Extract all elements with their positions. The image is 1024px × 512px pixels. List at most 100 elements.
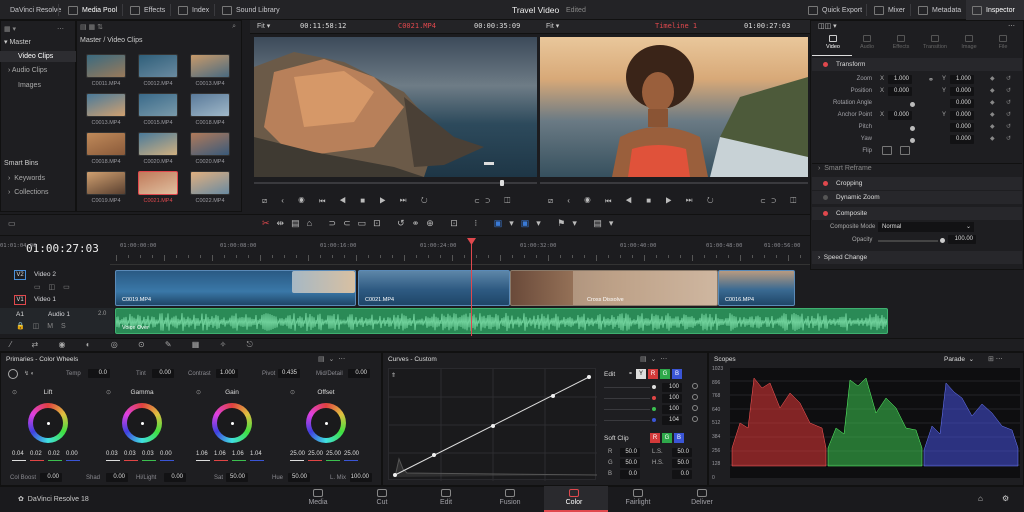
yaw-y-field[interactable]: 0.000 <box>950 135 974 144</box>
wheel-value[interactable]: 1.04 <box>250 451 262 457</box>
scopes-menu[interactable]: ⊞ ⋯ <box>988 355 1003 363</box>
softclip-g[interactable]: G <box>662 433 672 443</box>
clip-thumbnail[interactable] <box>190 132 230 156</box>
inspector-menu-icon[interactable]: ⋯ <box>1008 22 1015 30</box>
rotation-y-field[interactable]: 0.000 <box>950 99 974 108</box>
keyframe-icon[interactable]: ◆ <box>990 123 995 130</box>
source-transport[interactable]: ⧄ ‹ ◉ ⏮ ◀ ■ ▶ ⏭ ↻ ⊂⊃ ◫ <box>262 196 516 206</box>
curve-edit-slider[interactable] <box>604 387 650 388</box>
reset-icon[interactable]: ↺ <box>1006 123 1011 130</box>
reset-icon[interactable]: ↺ <box>1006 87 1011 94</box>
smart-bin-collections[interactable]: › Collections <box>8 189 48 196</box>
clip-c0021[interactable]: C0021.MP4 <box>358 270 510 306</box>
contrast-field[interactable]: 1.000 <box>216 369 238 378</box>
sat-field[interactable]: 50.00 <box>226 473 248 482</box>
yaw-slider[interactable] <box>910 138 915 143</box>
layout-icon[interactable]: ▭ <box>8 219 16 228</box>
metadata-button[interactable]: Metadata <box>918 0 961 20</box>
curve-edit-field[interactable]: 104 <box>662 416 682 425</box>
wheel-value[interactable]: 1.06 <box>232 451 244 457</box>
inspector-button[interactable]: Inspector <box>972 0 1015 20</box>
clip-thumbnail[interactable] <box>86 171 126 195</box>
keyframe-icon[interactable]: ◆ <box>990 87 995 94</box>
track-v2-controls[interactable]: ▭ ◫ ▭ <box>34 283 73 291</box>
shad-field[interactable]: 0.00 <box>106 473 128 482</box>
composite-mode-select[interactable]: Normal ⌄ <box>878 222 974 232</box>
smart-bin-keywords[interactable]: › Keywords <box>8 175 45 182</box>
anchor-y-field[interactable]: 0.000 <box>950 111 974 120</box>
channel-y[interactable]: Y <box>636 369 646 379</box>
curve-edit-slider[interactable] <box>604 420 650 421</box>
quick-export-button[interactable]: Quick Export <box>808 0 862 20</box>
color-tools[interactable]: ⁄ ⇄ ◉ ◐ ◎ ⊙ ✎ ▦ ✧ ⎋ <box>10 340 262 350</box>
zoom-x-field[interactable]: 1.000 <box>888 75 912 84</box>
hue-field[interactable]: 50.00 <box>288 473 310 482</box>
channel-r[interactable]: R <box>648 369 658 379</box>
curve-edit-slider[interactable] <box>604 398 650 399</box>
clip-thumbnail[interactable] <box>86 132 126 156</box>
opacity-field[interactable]: 100.00 <box>948 235 976 244</box>
fit-dropdown-right[interactable]: Fit ▾ <box>546 22 559 30</box>
scope-mode-select[interactable]: Parade ⌄ <box>944 355 974 363</box>
softclip-r[interactable]: R <box>650 433 660 443</box>
track-a1-controls[interactable]: 🔒 ◫ M S <box>16 322 69 330</box>
reset-wheel-icon[interactable]: ⊙ <box>106 389 111 396</box>
curve-link-icon[interactable]: ⚭ <box>628 370 633 377</box>
page-tab-fusion[interactable]: Fusion <box>480 489 540 506</box>
keyframe-icon[interactable]: ◆ <box>990 111 995 118</box>
audio-clip-voice-over[interactable]: Voice Over <box>115 308 888 334</box>
middetail-field[interactable]: 0.00 <box>348 369 370 378</box>
wheel-value[interactable]: 0.02 <box>30 451 42 457</box>
mixer-button[interactable]: Mixer <box>874 0 905 20</box>
clip-cross-dissolve[interactable]: Cross Dissolve <box>510 270 718 306</box>
link-icon[interactable]: ⚭ <box>928 76 934 84</box>
composite-section[interactable]: Composite <box>812 207 1022 220</box>
reset-wheel-icon[interactable]: ⊙ <box>290 389 295 396</box>
clip-c0016[interactable]: C0016.MP4 <box>718 270 795 306</box>
position-y-field[interactable]: 0.000 <box>950 87 974 96</box>
position-x-field[interactable]: 0.000 <box>888 87 912 96</box>
reset-icon[interactable]: ↺ <box>1006 99 1011 106</box>
flip-vertical-icon[interactable] <box>900 146 910 155</box>
reset-icon[interactable]: ↺ <box>1006 135 1011 142</box>
edit-tools[interactable]: ✂⇹▤⌂ ⊃⊂▭⊡ ↺⚭⊕ ⊡ ⁝ ▣▾▣▾ ⚑▾ ▤▾ <box>262 218 620 229</box>
wheel-handle[interactable] <box>231 422 234 425</box>
playhead[interactable] <box>471 240 472 336</box>
clip-thumbnail[interactable] <box>138 54 178 78</box>
page-tab-color[interactable]: Color <box>544 489 604 506</box>
inspector-tab[interactable]: Effects <box>886 44 916 50</box>
curve-pin-icon[interactable]: ⇑ <box>391 372 396 379</box>
home-icon[interactable]: ⌂ <box>978 494 983 503</box>
softclip-b-field[interactable]: 0.0 <box>620 470 640 479</box>
pitch-y-field[interactable]: 0.000 <box>950 123 974 132</box>
clip-thumbnail[interactable] <box>138 171 178 195</box>
pitch-slider[interactable] <box>910 126 915 131</box>
reset-wheel-icon[interactable]: ⊙ <box>12 389 17 396</box>
inspector-tab[interactable]: File <box>988 44 1018 50</box>
channel-b[interactable]: B <box>672 369 682 379</box>
timeline-viewer[interactable] <box>540 37 808 177</box>
curves-menu[interactable]: ▤ ⌄ ⋯ <box>640 355 667 363</box>
curve-graph[interactable] <box>388 368 598 481</box>
wheel-handle[interactable] <box>325 422 328 425</box>
pivot-field[interactable]: 0.435 <box>278 369 300 378</box>
clip-thumbnail[interactable] <box>190 171 230 195</box>
flip-horizontal-icon[interactable] <box>882 146 892 155</box>
track-v2-label[interactable]: V2 <box>14 270 26 280</box>
wheel-value[interactable]: 0.00 <box>66 451 78 457</box>
settings-icon[interactable]: ⚙ <box>1002 494 1009 503</box>
track-v1-label[interactable]: V1 <box>14 295 26 305</box>
page-tab-deliver[interactable]: Deliver <box>672 489 732 506</box>
wheel-value[interactable]: 0.02 <box>48 451 60 457</box>
page-tab-media[interactable]: Media <box>288 489 348 506</box>
cropping-section[interactable]: Cropping <box>812 177 1022 190</box>
clip-thumbnail[interactable] <box>190 93 230 117</box>
clip-thumbnail[interactable] <box>86 54 126 78</box>
inspector-tab[interactable]: Video <box>818 44 848 50</box>
picker-icons[interactable]: ↯ ◐ <box>24 370 34 377</box>
wheel-value[interactable]: 25.00 <box>344 451 359 457</box>
wheel-value[interactable]: 25.00 <box>290 451 305 457</box>
wheel-value[interactable]: 0.03 <box>124 451 136 457</box>
bin-video-clips[interactable]: Video Clips <box>18 53 53 60</box>
wheel-value[interactable]: 0.03 <box>106 451 118 457</box>
